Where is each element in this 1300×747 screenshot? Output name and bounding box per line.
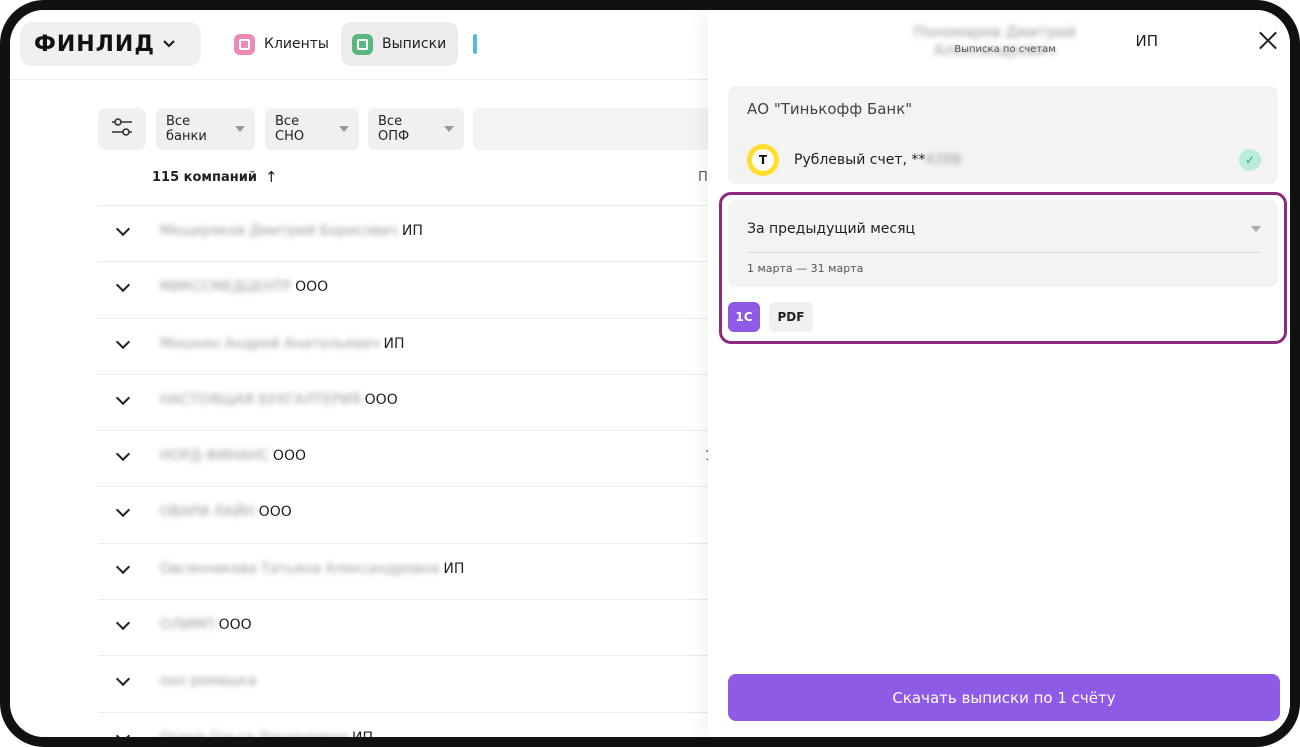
sort-by-companies[interactable]: 115 компаний ↑: [152, 168, 278, 186]
caret-down-icon[interactable]: [1251, 226, 1261, 232]
bank-name: АО "Тинькофф Банк": [747, 100, 913, 118]
close-icon[interactable]: [1257, 30, 1279, 52]
bank-card: АО "Тинькофф Банк" Т Рублевый счет, **43…: [728, 86, 1278, 184]
table-row[interactable]: Овсянникова Татьяна Александровна ИП: [98, 542, 718, 599]
company-name: НАСТОЯЩАЯ БУХГАЛТЕРИЯ ООО: [160, 391, 398, 408]
sno-filter-label: Все СНО: [275, 114, 305, 144]
table-row[interactable]: Осина Ольга Эдуардовна ИП: [98, 711, 718, 746]
table-row[interactable]: Мошкин Андрей Анатольевич ИП: [98, 317, 718, 374]
document-icon: [352, 33, 373, 55]
period-select[interactable]: За предыдущий месяц: [747, 221, 915, 237]
company-switcher[interactable]: ФИНЛИД: [20, 22, 201, 66]
app: ФИНЛИД Клиенты Выписки Все банки Все СНО…: [10, 10, 1290, 737]
chevron-down-icon[interactable]: [115, 278, 131, 293]
account-row[interactable]: Т Рублевый счет, **4398 ✓: [747, 144, 1261, 176]
sliders-icon: [111, 118, 133, 140]
logo: ФИНЛИД: [34, 31, 155, 57]
filter-settings-button[interactable]: [98, 108, 146, 150]
opf-filter[interactable]: Все ОПФ: [368, 108, 464, 150]
chevron-down-icon[interactable]: [115, 390, 131, 405]
check-icon[interactable]: ✓: [1239, 149, 1261, 171]
period-range: 1 марта — 31 марта: [747, 262, 864, 275]
chevron-down-icon[interactable]: [115, 616, 131, 631]
table-row[interactable]: Мещеряков Дмитрий Борисович ИП: [98, 205, 718, 261]
download-button[interactable]: Скачать выписки по 1 счёту: [728, 674, 1280, 721]
tbank-logo-icon: Т: [747, 144, 779, 176]
chevron-down-icon[interactable]: [115, 221, 131, 237]
nav-statements[interactable]: Выписки: [341, 22, 459, 66]
statement-panel: Пономарев Дмитрий Александрович ИП Выписк…: [708, 10, 1290, 737]
search-input[interactable]: [473, 108, 713, 150]
company-name: Овсянникова Татьяна Александровна ИП: [160, 560, 465, 577]
companies-list: Мещеряков Дмитрий Борисович ИП МИКССМЕДЦЕ…: [98, 205, 718, 746]
company-name: ооо ромашка: [160, 673, 257, 690]
chevron-down-icon: [163, 37, 175, 51]
panel-subtitle: Выписка по счетам: [954, 44, 1056, 55]
table-row[interactable]: НОРД-ФИНАНСООО 1: [98, 430, 718, 486]
opf-filter-label: Все ОПФ: [378, 114, 410, 144]
period-card: За предыдущий месяц 1 марта — 31 марта: [728, 200, 1278, 287]
nav-clients[interactable]: Клиенты: [223, 22, 341, 66]
chevron-down-icon[interactable]: [115, 728, 131, 737]
divider: [747, 252, 1261, 253]
banks-filter-label: Все банки: [166, 114, 207, 144]
company-name: Мещеряков Дмитрий Борисович ИП: [160, 223, 423, 239]
caret-down-icon: [444, 126, 454, 132]
account-label: Рублевый счет, **4398: [794, 152, 962, 168]
table-row[interactable]: МИКССМЕДЦЕНТР ООО: [98, 261, 718, 317]
table-row[interactable]: ОВАРИ ЛАЙН ООО: [98, 486, 718, 542]
companies-count: 115 компаний: [152, 169, 257, 185]
chevron-down-icon[interactable]: [115, 447, 131, 462]
caret-down-icon: [339, 126, 349, 132]
table-row[interactable]: НАСТОЯЩАЯ БУХГАЛТЕРИЯ ООО: [98, 373, 718, 430]
company-name: ОВАРИ ЛАЙН ООО: [160, 504, 292, 521]
nav-next-icon[interactable]: [473, 34, 477, 54]
sort-arrow-icon: ↑: [265, 168, 278, 186]
chevron-down-icon[interactable]: [115, 334, 131, 349]
nav-clients-label: Клиенты: [264, 36, 329, 52]
company-name: Мошкин Андрей Анатольевич ИП: [160, 335, 405, 352]
briefcase-icon: [234, 33, 255, 55]
chevron-down-icon[interactable]: [115, 672, 131, 687]
company-name: Осина Ольга Эдуардовна ИП: [160, 729, 374, 746]
table-row[interactable]: ОЛИМП ООО: [98, 599, 718, 655]
sno-filter[interactable]: Все СНО: [265, 108, 359, 150]
chevron-down-icon[interactable]: [115, 503, 131, 518]
nav-statements-label: Выписки: [382, 36, 447, 52]
format-pdf-button[interactable]: PDF: [769, 302, 813, 332]
company-name: ОЛИМП ООО: [160, 617, 252, 634]
chevron-down-icon[interactable]: [115, 559, 131, 574]
banks-filter[interactable]: Все банки: [156, 108, 255, 150]
device-frame: ФИНЛИД Клиенты Выписки Все банки Все СНО…: [0, 0, 1300, 747]
caret-down-icon: [235, 126, 245, 132]
column-header: П: [698, 170, 708, 185]
company-name: МИКССМЕДЦЕНТР ООО: [160, 279, 329, 296]
table-row[interactable]: ооо ромашка: [98, 655, 718, 711]
company-name: НОРД-ФИНАНС ООО: [160, 448, 306, 465]
format-1c-button[interactable]: 1С: [728, 302, 760, 332]
